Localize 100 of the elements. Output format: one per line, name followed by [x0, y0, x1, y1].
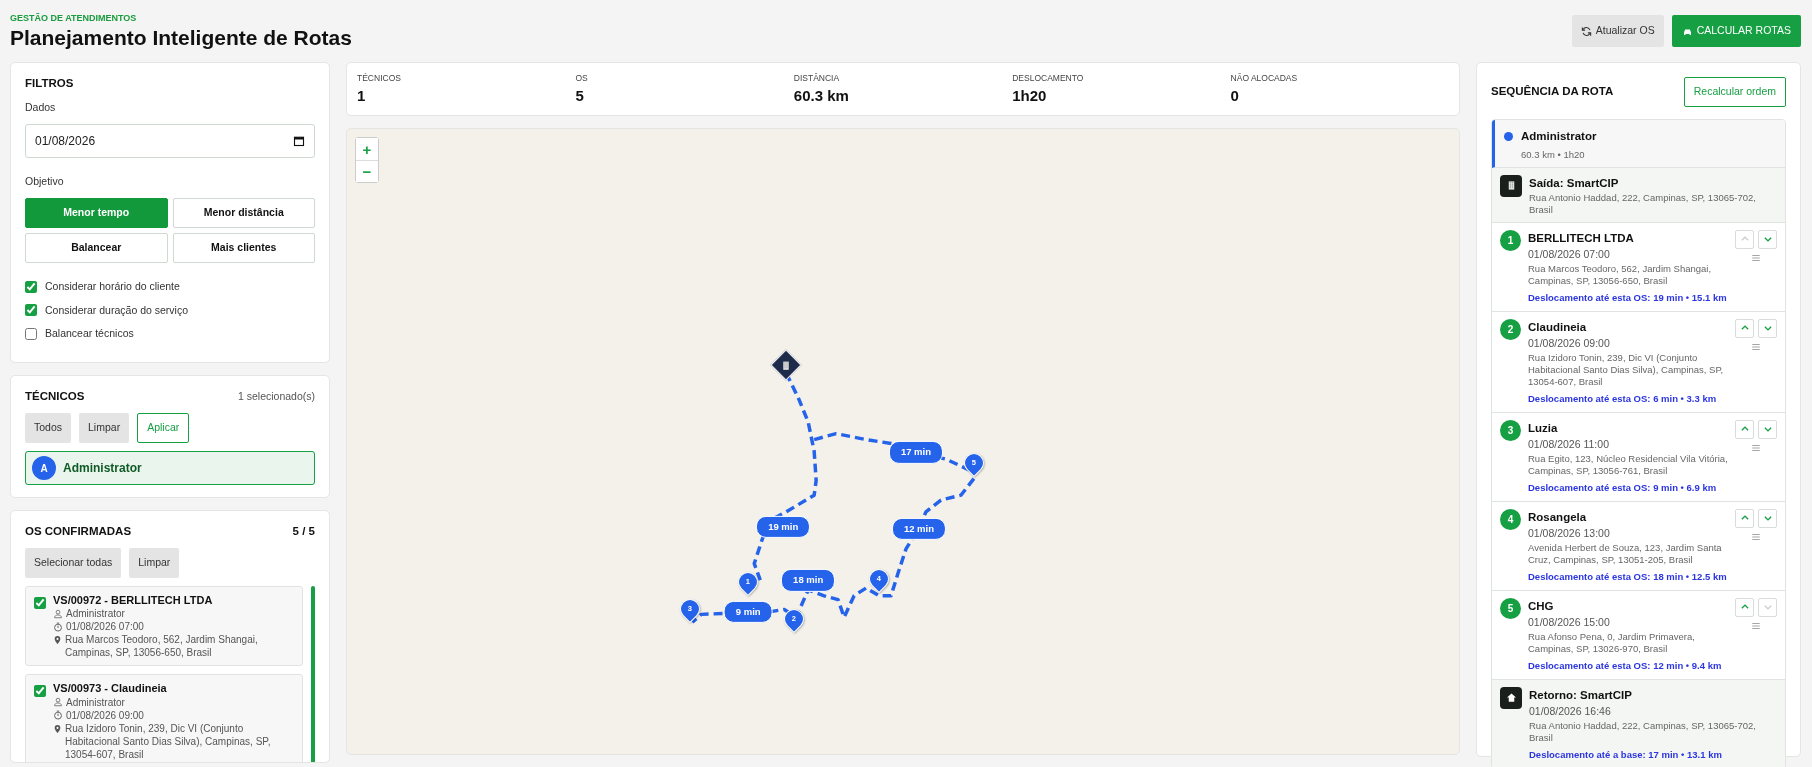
action-button[interactable]: Aplicar: [137, 413, 190, 443]
stat-value: 0: [1230, 85, 1240, 106]
move-down-button[interactable]: [1758, 229, 1777, 249]
date-field[interactable]: 01/08/2026: [25, 124, 315, 158]
order-datetime: 01/08/2026 07:00: [66, 620, 144, 634]
stop-number: 5: [1500, 597, 1521, 619]
travel-info: Deslocamento até esta OS: 18 min • 12.5 km: [1528, 569, 1728, 584]
scrollbar-thumb[interactable]: [311, 586, 315, 762]
order-address: Rua Marcos Teodoro, 562, Jardim Shangai, Campinas, SP, 13056-650, Brasil: [65, 633, 259, 660]
stat-value: 1h20: [1012, 85, 1048, 106]
stat-label: OS: [575, 72, 589, 85]
stat-value: 60.3 km: [793, 85, 850, 106]
panel-title: SEQUÊNCIA DA ROTA: [1491, 84, 1614, 100]
panel-title: FILTROS: [25, 76, 75, 91]
order-count: 5 / 5: [292, 524, 315, 539]
stop-address: Rua Afonso Pena, 0, Jardim Primavera, Campinas, SP, 13026-970, Brasil: [1528, 630, 1696, 655]
route-time-label: 18 min: [781, 569, 836, 592]
section-eyebrow: GESTÃO DE ATENDIMENTOS: [10, 11, 138, 25]
stop-number: 4: [1500, 508, 1521, 530]
technician-item[interactable]: A Administrator: [25, 451, 315, 485]
technician-name: Administrator: [66, 695, 125, 709]
location-pin-icon: [53, 723, 62, 734]
stop-datetime: 01/08/2026 16:46: [1529, 704, 1612, 719]
drag-handle-icon[interactable]: [1751, 252, 1761, 263]
field-label: Dados: [25, 100, 57, 116]
stop-number: 2: [1500, 318, 1521, 340]
building-icon: [1500, 174, 1522, 197]
stop-name: Luzia: [1528, 420, 1559, 436]
move-up-button[interactable]: [1735, 318, 1754, 338]
order-title: VS/00973 - Claudineia: [53, 681, 168, 696]
drag-handle-icon[interactable]: [1751, 341, 1761, 352]
page-title: Planejamento Inteligente de Rotas: [10, 25, 352, 51]
order-address: Rua Izidoro Tonin, 239, Dic VI (Conjunto Habitacional Santo Dias Silva), Campinas, SP, 13054-607, Brasil: [65, 721, 272, 761]
checkbox[interactable]: [25, 328, 37, 341]
stop-name: Claudineia: [1528, 319, 1588, 335]
home-icon: [1500, 686, 1522, 709]
field-label: Objetivo: [25, 174, 65, 189]
objective-button[interactable]: Balancear: [25, 232, 168, 263]
stat-label: NÃO ALOCADAS: [1230, 72, 1299, 85]
order-datetime: 01/08/2026 09:00: [66, 708, 144, 722]
move-down-button[interactable]: [1758, 419, 1777, 439]
move-up-button[interactable]: [1735, 597, 1754, 617]
stop-name: CHG: [1528, 598, 1555, 614]
stop-datetime: 01/08/2026 13:00: [1528, 526, 1611, 541]
stop-address: Rua Antonio Haddad, 222, Campinas, SP, 13065-702, Brasil: [1529, 192, 1757, 216]
checkbox[interactable]: [25, 280, 37, 293]
stop-address: Rua Antonio Haddad, 222, Campinas, SP, 13065-702, Brasil: [1529, 719, 1757, 744]
user-icon: [53, 697, 63, 708]
objective-button[interactable]: Menor tempo: [25, 197, 168, 228]
drag-handle-icon[interactable]: [1751, 620, 1761, 631]
action-button[interactable]: Limpar: [79, 413, 130, 443]
stop-datetime: 01/08/2026 07:00: [1528, 247, 1611, 263]
calculate-routes-button[interactable]: CALCULAR ROTAS: [1671, 15, 1801, 47]
calendar-icon[interactable]: [293, 135, 305, 147]
stop-number: 1: [1500, 229, 1521, 251]
checkbox[interactable]: [34, 597, 46, 609]
stop-address: Avenida Herbert de Souza, 123, Jardim Santa Cruz, Campinas, SP, 13051-205, Brasil: [1528, 541, 1723, 566]
user-icon: [53, 608, 63, 619]
route-time-label: 19 min: [756, 515, 811, 538]
action-button[interactable]: Selecionar todas: [25, 548, 122, 578]
checkbox-label: Considerar duração do serviço: [45, 302, 188, 318]
route-summary: 60.3 km • 1h20: [1520, 149, 1586, 161]
recalculate-button[interactable]: Recalcular ordem: [1683, 77, 1786, 107]
checkbox[interactable]: [25, 304, 37, 317]
route-time-label: 17 min: [888, 441, 943, 464]
checkbox[interactable]: [34, 685, 46, 698]
technician-name: Administrator: [66, 607, 125, 621]
action-button[interactable]: Todos: [25, 413, 72, 443]
stop-address: Rua Izidoro Tonin, 239, Dic VI (Conjunto Habitacional Santo Dias Silva), Campinas, SP, 13054-607, Brasil: [1528, 351, 1725, 388]
objective-button[interactable]: Mais clientes: [172, 232, 315, 263]
refresh-button[interactable]: Atualizar OS: [1571, 15, 1664, 47]
stat-value: 5: [575, 85, 585, 106]
objective-button[interactable]: Menor distância: [172, 197, 315, 228]
move-down-button[interactable]: [1758, 508, 1777, 528]
route-time-label: 9 min: [723, 600, 773, 623]
travel-info: Deslocamento até a base: 17 min • 13.1 km: [1529, 747, 1723, 762]
clock-icon: [53, 621, 63, 632]
clock-icon: [53, 710, 63, 721]
stat-value: 1: [357, 85, 367, 106]
stop-number: 3: [1500, 419, 1521, 441]
move-up-button[interactable]: [1735, 508, 1754, 528]
travel-info: Deslocamento até esta OS: 12 min • 9.4 km: [1528, 658, 1723, 673]
move-down-button[interactable]: [1758, 318, 1777, 338]
zoom-out-button[interactable]: −: [356, 160, 378, 183]
stop-address: Rua Marcos Teodoro, 562, Jardim Shangai, Campinas, SP, 13056-650, Brasil: [1528, 262, 1713, 287]
travel-info: Deslocamento até esta OS: 19 min • 15.1 km: [1528, 290, 1728, 305]
stat-label: DISTÂNCIA: [793, 72, 841, 85]
checkbox-label: Considerar horário do cliente: [45, 278, 180, 294]
stop-datetime: 01/08/2026 09:00: [1528, 336, 1611, 352]
travel-info: Deslocamento até esta OS: 6 min • 3.3 km: [1528, 391, 1718, 406]
drag-handle-icon[interactable]: [1751, 442, 1761, 453]
stat-label: TÉCNICOS: [357, 72, 402, 85]
stop-name: Retorno: SmartCIP: [1529, 687, 1633, 703]
action-button[interactable]: Limpar: [129, 548, 180, 578]
selection-count: 1 selecionado(s): [237, 388, 315, 404]
drag-handle-icon[interactable]: [1751, 531, 1761, 542]
stop-name: Saída: SmartCIP: [1529, 175, 1620, 191]
order-title: VS/00972 - BERLLITECH LTDA: [53, 593, 214, 608]
move-up-button[interactable]: [1735, 419, 1754, 439]
location-pin-icon: [53, 635, 62, 646]
